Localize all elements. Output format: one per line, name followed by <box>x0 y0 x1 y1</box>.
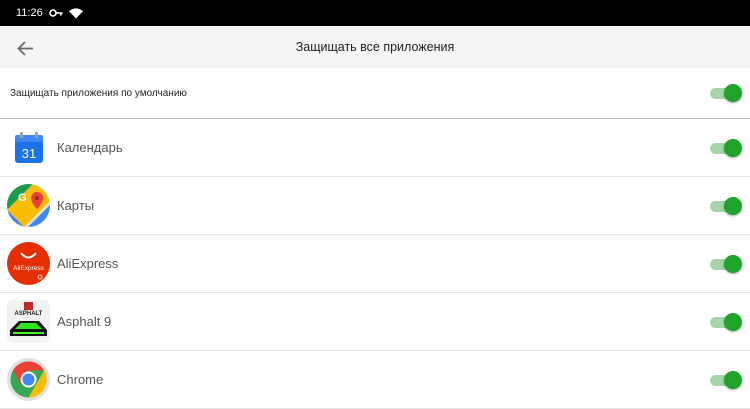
page-title: Защищать все приложения <box>295 40 455 54</box>
list-item-chrome[interactable]: Chrome <box>0 351 750 409</box>
status-bar: 11:26 <box>0 0 750 26</box>
toggle-thumb <box>724 139 742 157</box>
toggle-thumb <box>724 313 742 331</box>
vpn-key-icon <box>48 9 63 17</box>
maps-icon-text: G <box>18 192 27 204</box>
back-button[interactable] <box>14 37 36 59</box>
chrome-icon <box>7 358 50 401</box>
app-name: Chrome <box>57 372 104 387</box>
asphalt-icon-text: ASPHALT <box>15 311 43 317</box>
app-name: AliExpress <box>57 256 119 271</box>
status-time: 11:26 <box>16 7 43 19</box>
calendar-toggle[interactable] <box>708 138 742 158</box>
wifi-icon <box>68 7 83 18</box>
list-item-calendar[interactable]: 31 Календарь <box>0 119 750 177</box>
default-protect-label: Защищать приложения по умолчанию <box>10 87 187 99</box>
toggle-thumb <box>724 84 742 102</box>
app-name: Asphalt 9 <box>57 314 112 329</box>
asphalt-icon: ASPHALT <box>7 300 50 343</box>
asphalt-toggle[interactable] <box>708 312 742 332</box>
aliexpress-toggle[interactable] <box>708 254 742 274</box>
aliexpress-icon-text: AliExpress <box>13 265 44 272</box>
default-protect-toggle[interactable] <box>708 83 742 103</box>
arrow-back-icon <box>16 40 33 56</box>
list-item-aliexpress[interactable]: AliExpress AliExpress <box>0 235 750 293</box>
list-item-maps[interactable]: G Карты <box>0 177 750 235</box>
toggle-thumb <box>724 371 742 389</box>
aliexpress-icon: AliExpress <box>7 242 50 285</box>
app-name: Карты <box>57 198 95 213</box>
app-bar: Защищать все приложения <box>0 26 750 68</box>
list-item-asphalt[interactable]: ASPHALT Asphalt 9 <box>0 293 750 351</box>
maps-icon: G <box>7 184 50 227</box>
maps-toggle[interactable] <box>708 196 742 216</box>
chrome-toggle[interactable] <box>708 370 742 390</box>
toggle-thumb <box>724 197 742 215</box>
app-name: Календарь <box>57 140 123 155</box>
toggle-thumb <box>724 255 742 273</box>
calendar-icon-text: 31 <box>21 146 35 161</box>
default-protect-row[interactable]: Защищать приложения по умолчанию <box>0 68 750 119</box>
calendar-icon: 31 <box>7 126 50 169</box>
app-list: 31 Календарь G Карты AliExpress AliExpre… <box>0 119 750 409</box>
